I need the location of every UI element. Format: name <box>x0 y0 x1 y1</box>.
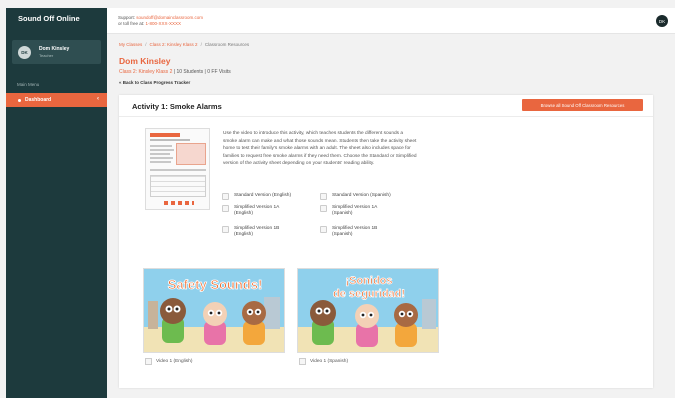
cartoon-kid-middle <box>203 302 227 345</box>
sidebar-item-dashboard[interactable]: Dashboard ‹ <box>6 93 107 107</box>
version-simplified-1a-spanish[interactable]: Simplified Version 1A (Spanish) <box>320 205 377 218</box>
cartoon-kid-left <box>310 300 336 345</box>
video-title-text: Safety Sounds! <box>168 277 263 292</box>
activity-card: Activity 1: Smoke Alarms Browse all Soun… <box>119 95 653 388</box>
cartoon-kid-right <box>242 301 266 345</box>
toll-free-number[interactable]: 1-800-XXX-XXXX <box>146 21 182 26</box>
version-standard-english[interactable]: Standard Version (English) <box>222 193 291 200</box>
version-standard-spanish[interactable]: Standard Version (Spanish) <box>320 193 391 200</box>
support-email-link[interactable]: soundoff@domainclassroom.com <box>136 15 203 20</box>
checkbox[interactable] <box>145 358 152 365</box>
dot-icon <box>18 98 21 102</box>
toll-free-label: or toll free at: <box>118 21 145 26</box>
cartoon-kid-right <box>394 303 418 347</box>
student-count: 10 Students <box>176 69 204 75</box>
activity-description: Use the video to introduce this activity… <box>223 131 417 167</box>
activity-title: Activity 1: Smoke Alarms <box>132 102 222 111</box>
back-to-tracker-link[interactable]: « Back to Class Progress Tracker <box>119 80 190 85</box>
divider <box>119 116 653 117</box>
account-avatar[interactable]: DK <box>656 15 668 27</box>
breadcrumb-current: Classroom Resources <box>204 42 250 47</box>
user-name: Dom Kinsley <box>39 46 70 52</box>
support-info: Support: soundoff@domainclassroom.com or… <box>118 15 203 27</box>
support-label: Support: <box>118 15 136 20</box>
checkbox[interactable] <box>222 226 229 233</box>
breadcrumb: My Classes / Class 2: Kinsley Klass 2/Clas… <box>119 42 250 47</box>
sidebar-item-label: Dashboard <box>25 97 52 103</box>
sidebar: Sound Off Online DK Dom Kinsley Teacher … <box>6 8 107 398</box>
version-simplified-1b-spanish[interactable]: Simplified Version 1B (Spanish) <box>320 226 377 239</box>
version-simplified-1a-english[interactable]: Simplified Version 1A (English) <box>222 205 279 218</box>
user-role: Teacher <box>39 53 54 58</box>
class-name: Class 2: Kinsley Klass 2 <box>119 69 173 75</box>
checkbox[interactable] <box>222 193 229 200</box>
class-info: Class 2: Kinsley Klass 2 | 10 Students |… <box>119 69 231 75</box>
cartoon-kid-middle <box>355 304 379 347</box>
page-title: Dom Kinsley <box>119 56 171 66</box>
app-title[interactable]: Sound Off Online <box>6 8 107 30</box>
video-title-text-line1: ¡Sonidos <box>345 275 392 287</box>
checkbox[interactable] <box>299 358 306 365</box>
smoke-alarm-image <box>176 143 206 165</box>
video-title-text-line2: de seguridad! <box>333 288 405 300</box>
cartoon-kid-left <box>160 298 186 343</box>
checkbox[interactable] <box>222 205 229 212</box>
video-thumbnail-english[interactable]: Safety Sounds! <box>143 268 285 353</box>
checkbox[interactable] <box>320 226 327 233</box>
breadcrumb-class[interactable]: Class 2: Kinsley Klass 2 <box>150 42 198 47</box>
checkbox[interactable] <box>320 193 327 200</box>
version-simplified-1b-english[interactable]: Simplified Version 1B (English) <box>222 226 279 239</box>
avatar: DK <box>18 45 31 59</box>
activity-sheet-thumbnail[interactable] <box>145 128 210 210</box>
user-card[interactable]: DK Dom Kinsley Teacher <box>12 40 101 64</box>
checkbox[interactable] <box>320 205 327 212</box>
menu-heading: Main Menu <box>17 82 40 87</box>
video-label-english[interactable]: Video 1 (English) <box>145 358 192 365</box>
chevron-left-icon: ‹ <box>97 96 99 102</box>
top-bar: Support: soundoff@domainclassroom.com or… <box>107 8 675 34</box>
video-thumbnail-spanish[interactable]: ¡Sonidos de seguridad! <box>297 268 439 353</box>
ff-visits: 0 FF Visits <box>207 69 231 75</box>
browse-resources-button[interactable]: Browse all Sound Off Classroom Resources <box>522 99 643 111</box>
video-label-spanish[interactable]: Video 1 (Spanish) <box>299 358 348 365</box>
breadcrumb-my-classes[interactable]: My Classes <box>119 42 142 47</box>
